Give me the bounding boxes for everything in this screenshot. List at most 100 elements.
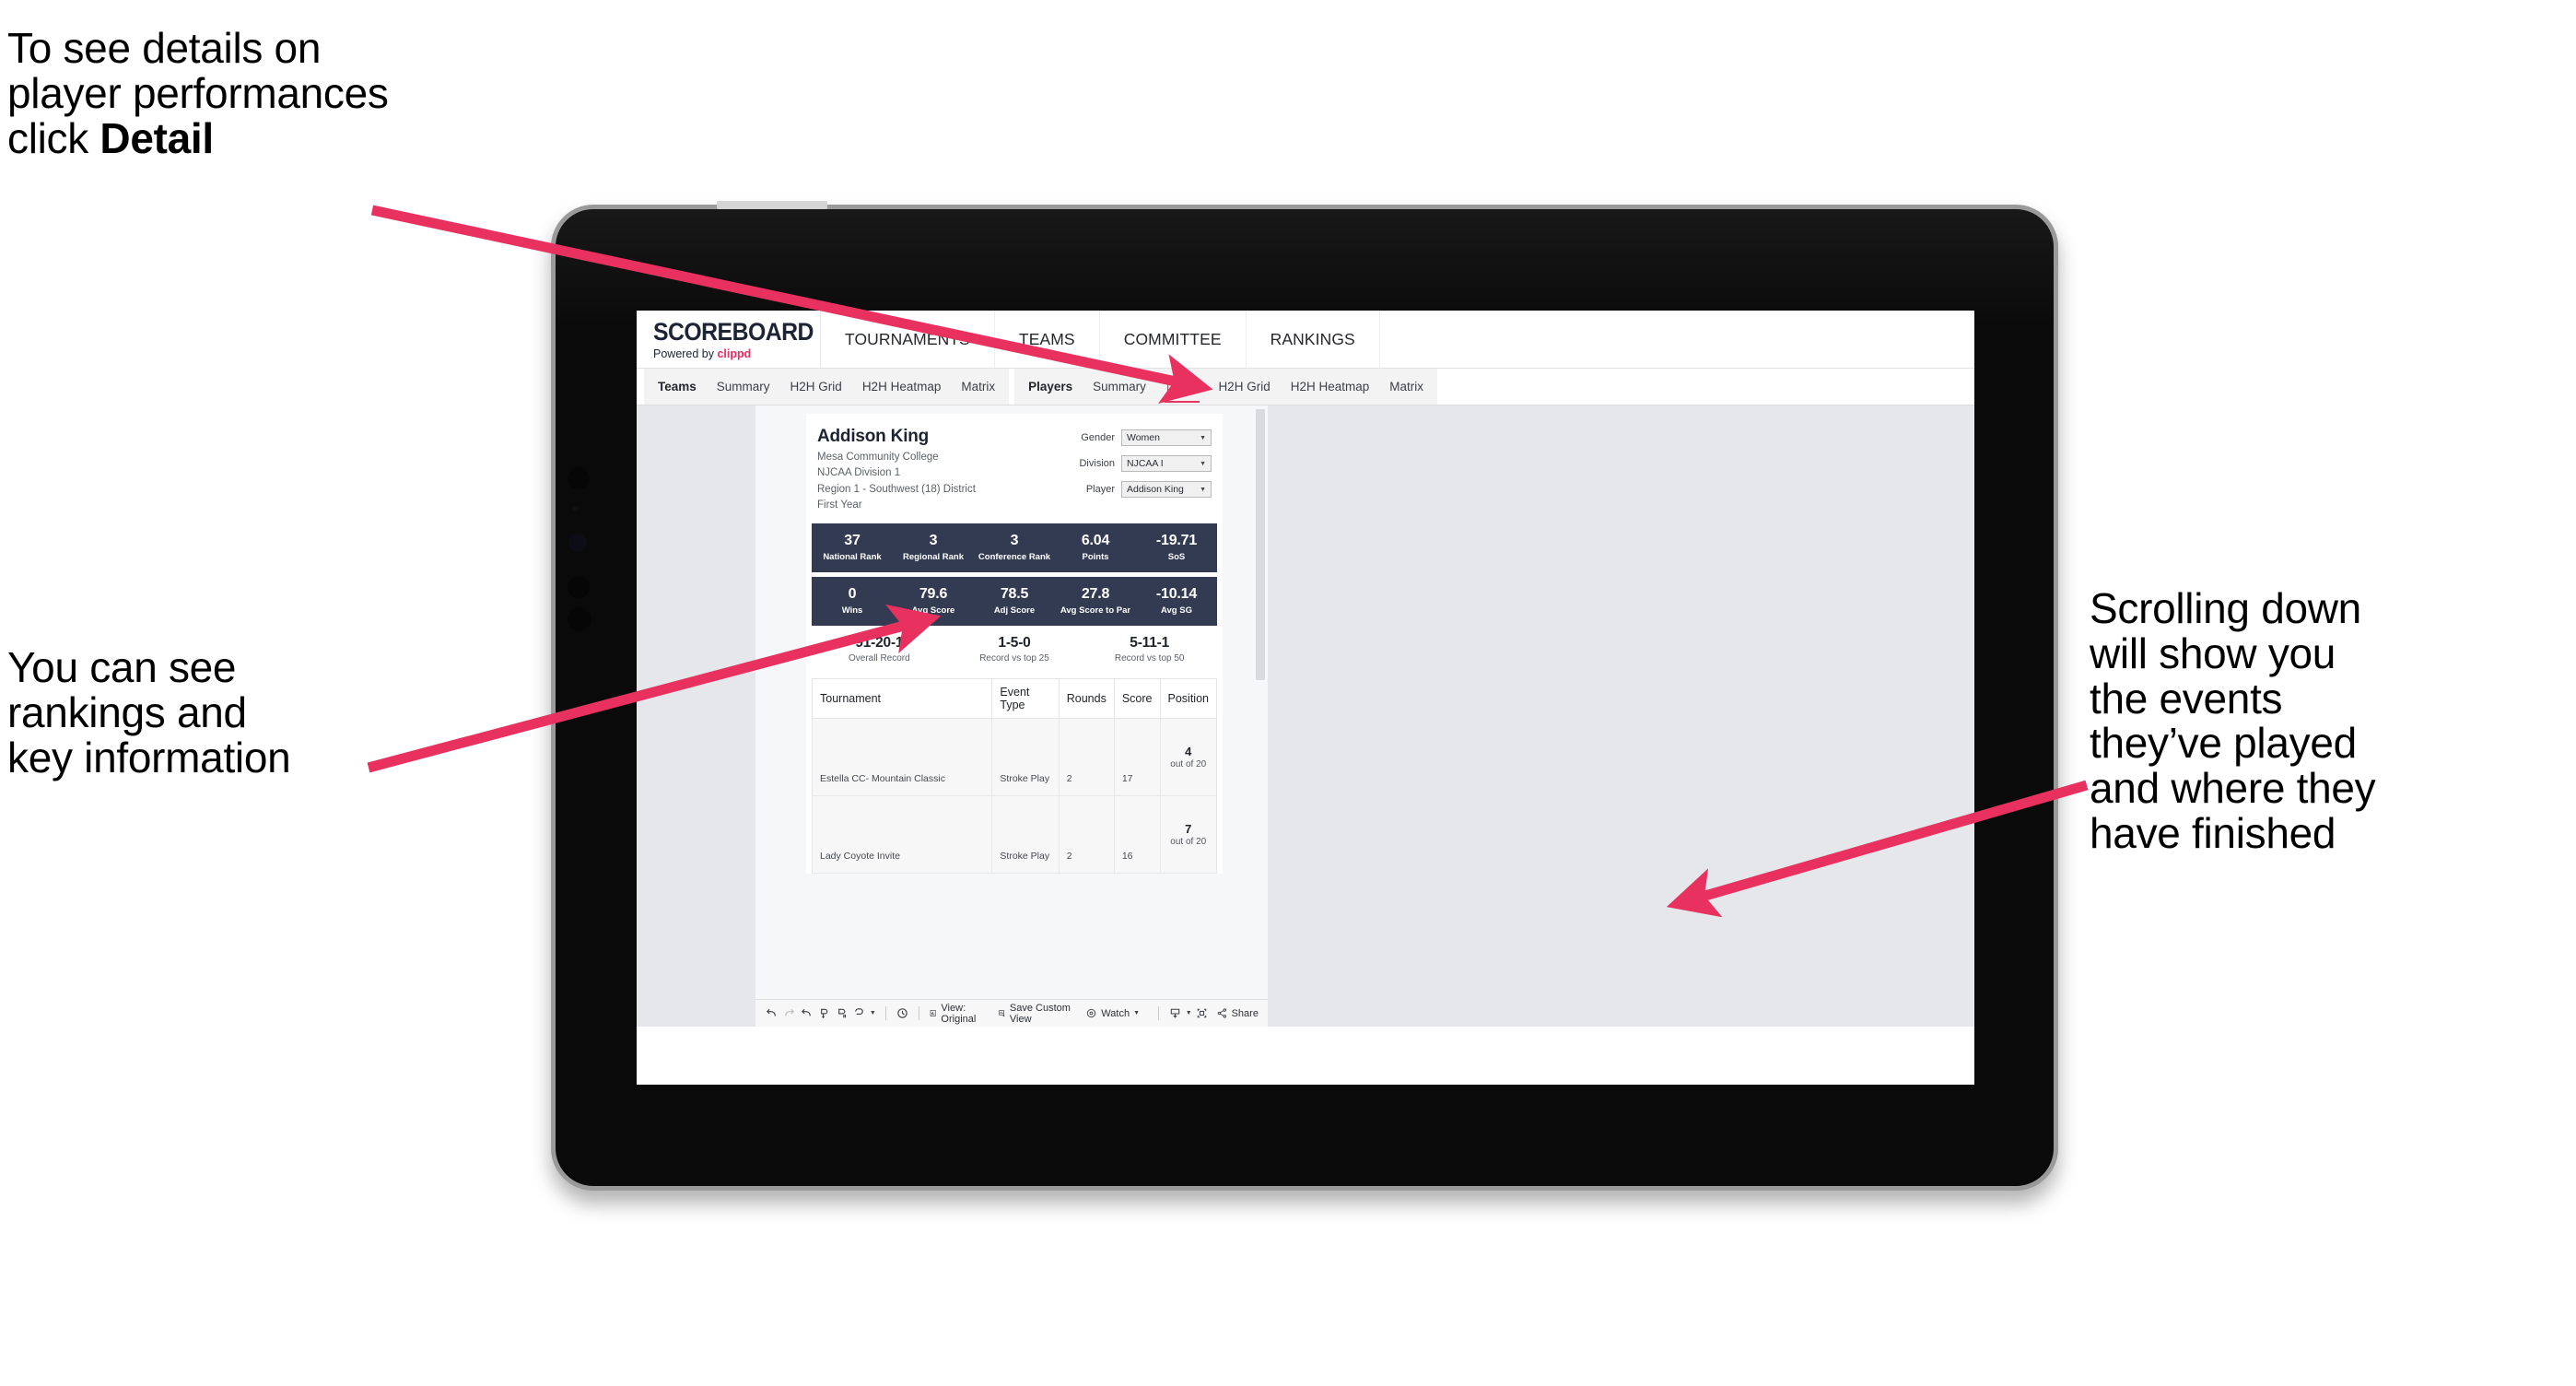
player-meta-year: First Year [817, 499, 862, 511]
tab-players-matrix[interactable]: Matrix [1379, 369, 1434, 405]
brand-logo[interactable]: SCOREBOARD Powered by clippd [637, 311, 821, 368]
callout-scrolling: Scrolling down will show you the events … [2090, 584, 2376, 856]
tab-players-summary[interactable]: Summary [1083, 369, 1156, 405]
record-label: Overall Record [848, 652, 910, 664]
vertical-scrollbar[interactable] [1256, 409, 1265, 680]
division-select[interactable]: NJCAA I ▼ [1121, 455, 1212, 472]
callout-detail-line-3: click Detail [7, 113, 389, 162]
stat-value: 79.6 [919, 586, 948, 603]
col-header-event-type[interactable]: Event Type [991, 677, 1060, 719]
stat-label: National Rank [823, 552, 882, 563]
callout-detail: To see details on player performances cl… [7, 26, 389, 160]
stat-label: Avg Score [911, 605, 955, 617]
table-header: Tournament Event Type Rounds Score Posit… [811, 677, 1217, 719]
chevron-down-icon: ▼ [1133, 1010, 1140, 1016]
cell-tournament: Lady Coyote Invite [811, 794, 993, 874]
record-vs-top-50: 5-11-1 Record vs top 50 [1082, 635, 1217, 664]
stat-label: Adj Score [993, 605, 1036, 617]
share-button[interactable]: Share [1216, 1007, 1259, 1019]
stat-wins: 0 Wins [812, 586, 893, 616]
stat-avg-sg: -10.14 Avg SG [1136, 586, 1217, 616]
callout-scrolling-line-2: will show you [2090, 628, 2336, 677]
player-filter-row: Player Addison King ▼ [1068, 481, 1212, 498]
stat-value: 37 [844, 533, 861, 549]
gender-select[interactable]: Women ▼ [1121, 429, 1212, 446]
tab-teams-matrix[interactable]: Matrix [951, 369, 1005, 405]
tab-teams-h2h-grid[interactable]: H2H Grid [780, 369, 852, 405]
table-row[interactable]: Lady Coyote Invite Stroke Play 2 16 7 ou… [811, 794, 1217, 874]
tab-players-h2h-grid[interactable]: H2H Grid [1208, 369, 1280, 405]
player-meta-school: Mesa Community College [817, 452, 939, 463]
redo-icon[interactable] [782, 1004, 797, 1024]
tab-strip: Teams Summary H2H Grid H2H Heatmap Matri… [637, 369, 1974, 405]
save-custom-view-button[interactable]: Save Custom View [998, 1003, 1071, 1025]
position-number: 4 [1185, 744, 1192, 758]
stat-label: Wins [841, 605, 863, 617]
cell-event-type: Stroke Play [991, 794, 1060, 874]
stat-points: 6.04 Points [1055, 533, 1136, 562]
brand-subtitle: Powered by clippd [653, 347, 820, 360]
watch-label: Watch [1101, 1007, 1130, 1019]
cell-rounds: 2 [1058, 794, 1115, 874]
player-meta: Mesa Community College NJCAA Division 1 … [817, 450, 1068, 514]
stat-national-rank: 37 National Rank [812, 533, 893, 562]
tab-players-detail[interactable]: Detail [1156, 369, 1209, 405]
save-custom-view-label: Save Custom View [1009, 1002, 1071, 1025]
pause-icon[interactable] [835, 1004, 849, 1024]
chevron-down-icon[interactable]: ▼ [1186, 1010, 1192, 1016]
nav-item-rankings[interactable]: RANKINGS [1247, 311, 1380, 368]
player-select-value: Addison King [1127, 484, 1184, 495]
tab-teams[interactable]: Teams [648, 369, 707, 405]
table-row[interactable]: Estella CC- Mountain Classic Stroke Play… [811, 717, 1217, 796]
callout-scrolling-line-1: Scrolling down [2090, 584, 2361, 632]
nav-item-teams[interactable]: TEAMS [995, 311, 1100, 368]
nav-item-committee[interactable]: COMMITTEE [1100, 311, 1247, 368]
stat-label: Avg Score to Par [1060, 605, 1131, 617]
clock-icon[interactable] [895, 1004, 909, 1024]
division-filter-label: Division [1079, 458, 1115, 469]
col-header-rounds[interactable]: Rounds [1058, 677, 1115, 719]
cell-position: 7 out of 20 [1159, 794, 1217, 874]
cell-tournament: Estella CC- Mountain Classic [811, 717, 993, 796]
brand-title: SCOREBOARD [653, 318, 814, 346]
record-value: 5-11-1 [1130, 634, 1170, 651]
stat-label: Points [1082, 552, 1109, 563]
chevron-down-icon: ▼ [1200, 460, 1206, 467]
stat-label: Regional Rank [903, 552, 964, 563]
tab-teams-h2h-heatmap[interactable]: H2H Heatmap [852, 369, 952, 405]
tab-players-h2h-heatmap[interactable]: H2H Heatmap [1281, 369, 1380, 405]
download-icon[interactable] [1168, 1004, 1183, 1024]
tab-group-teams: Teams Summary H2H Grid H2H Heatmap Matri… [644, 369, 1010, 405]
dashboard-workspace: Addison King Mesa Community College NJCA… [637, 405, 1974, 1027]
player-select[interactable]: Addison King ▼ [1121, 481, 1212, 498]
record-summary: 91-20-1 Overall Record 1-5-0 Record vs t… [812, 635, 1217, 664]
tablet-device-frame: SCOREBOARD Powered by clippd TOURNAMENTS… [551, 201, 2058, 1191]
player-meta-division: NJCAA Division 1 [817, 467, 901, 479]
fullscreen-icon[interactable] [1195, 1004, 1210, 1024]
lens-icon [568, 534, 587, 552]
callout-rankings-line-2: rankings and [7, 687, 247, 736]
col-header-score[interactable]: Score [1113, 677, 1161, 719]
refresh-icon[interactable] [817, 1004, 832, 1024]
chevron-down-icon[interactable]: ▼ [870, 1010, 876, 1016]
callout-detail-bold-word: Detail [100, 113, 214, 162]
tournament-results-table: Tournament Event Type Rounds Score Posit… [811, 677, 1217, 874]
gender-filter-row: Gender Women ▼ [1068, 429, 1212, 446]
callout-rankings-line-3: key information [7, 733, 291, 781]
share-label: Share [1231, 1007, 1259, 1019]
undo-icon[interactable] [765, 1004, 779, 1024]
brand-powered-name: clippd [717, 347, 752, 360]
filter-selectors: Gender Women ▼ Division NJCAA I ▼ Player… [1068, 427, 1212, 514]
stat-sos: -19.71 SoS [1136, 533, 1217, 562]
nav-item-tournaments[interactable]: TOURNAMENTS [821, 311, 995, 368]
revert-icon[interactable] [800, 1004, 814, 1024]
tab-players[interactable]: Players [1018, 369, 1083, 405]
callout-detail-line-2: player performances [7, 68, 389, 117]
col-header-position[interactable]: Position [1159, 677, 1217, 719]
stat-value: 27.8 [1081, 586, 1110, 603]
col-header-tournament[interactable]: Tournament [811, 677, 993, 719]
view-original-button[interactable]: View: Original [929, 1003, 985, 1025]
loop-icon[interactable] [852, 1004, 867, 1024]
tab-teams-summary[interactable]: Summary [707, 369, 780, 405]
watch-button[interactable]: Watch ▼ [1085, 1007, 1140, 1019]
